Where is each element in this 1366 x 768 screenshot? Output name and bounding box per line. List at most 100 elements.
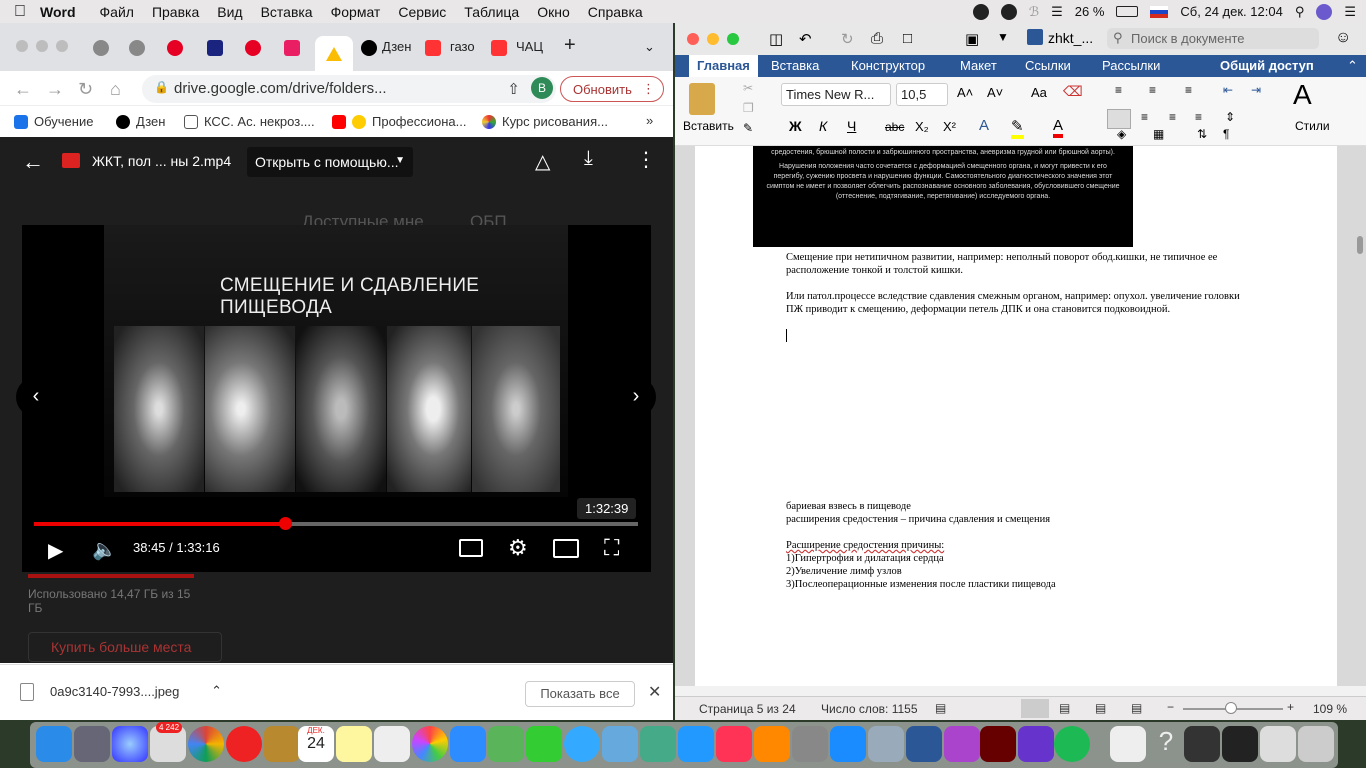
apple-icon[interactable]:  (0, 3, 40, 21)
zoom-in-icon[interactable]: + (1287, 700, 1294, 714)
bookmark-prof[interactable]: Профессиона... (332, 114, 466, 129)
finder-icon[interactable] (36, 726, 72, 762)
numbers-icon[interactable] (640, 726, 676, 762)
multilevel-icon[interactable]: ≡ (1185, 83, 1192, 97)
wordpress-icon[interactable] (1000, 3, 1017, 20)
facetime-icon[interactable] (526, 726, 562, 762)
tab-a[interactable] (202, 36, 228, 60)
tab-pinterest[interactable] (162, 36, 188, 60)
align-right-icon[interactable]: ≡ (1169, 110, 1176, 124)
app-purple-icon[interactable] (944, 726, 980, 762)
underline-icon[interactable]: Ч (847, 118, 856, 134)
zoom-icon[interactable] (450, 726, 486, 762)
tab-pinterest-2[interactable] (240, 36, 266, 60)
zoom-level[interactable]: 109 % (1313, 702, 1347, 716)
menu-table[interactable]: Таблица (464, 4, 519, 20)
window-thumb-3[interactable] (1260, 726, 1296, 762)
menu-format[interactable]: Формат (331, 4, 381, 20)
tab-chats-label[interactable]: ЧАЦ (516, 39, 543, 54)
window-controls[interactable] (16, 40, 68, 52)
download-icon[interactable]: ⤓ (584, 147, 593, 170)
window-thumb-2[interactable] (1222, 726, 1258, 762)
bookmark-kss[interactable]: КСС. Ас. некроз.... (184, 114, 315, 129)
change-case-icon[interactable]: Aa (1031, 85, 1047, 100)
share-icon[interactable]: ⇧ (507, 80, 520, 98)
align-center-icon[interactable]: ≡ (1141, 110, 1148, 124)
styles-icon[interactable]: A (1293, 79, 1312, 111)
chrome-dock-icon[interactable] (188, 726, 224, 762)
tab-drive-active[interactable] (315, 36, 353, 71)
tab-chrome-2[interactable] (124, 36, 150, 60)
bluetooth-icon[interactable]: ℬ (1029, 4, 1039, 20)
menu-view[interactable]: Вид (217, 4, 242, 20)
show-all-button[interactable]: Показать все (525, 681, 635, 707)
help-icon[interactable]: ? (1148, 726, 1184, 762)
tab-mailings[interactable]: Рассылки (1102, 58, 1160, 73)
tab-chrome[interactable] (88, 36, 114, 60)
tab-design[interactable]: Конструктор (851, 58, 925, 73)
siri-dock-icon[interactable] (112, 726, 148, 762)
control-center-icon[interactable]: ☰ (1344, 4, 1356, 20)
borders-icon[interactable]: ▦ (1153, 127, 1164, 141)
tab-insert[interactable]: Вставка (771, 58, 819, 73)
word-dock-icon[interactable] (906, 726, 942, 762)
spotify-icon[interactable] (1054, 726, 1090, 762)
undo-icon[interactable]: ↶ (799, 30, 812, 48)
books-icon[interactable] (754, 726, 790, 762)
tab-dzen-label[interactable]: Дзен (382, 39, 411, 54)
progress-handle[interactable] (279, 517, 293, 530)
tab-references[interactable]: Ссылки (1025, 58, 1071, 73)
trash-icon[interactable] (1298, 726, 1334, 762)
app-store-icon[interactable] (830, 726, 866, 762)
battery-icon[interactable] (1116, 6, 1139, 17)
progress-bar[interactable] (34, 517, 638, 530)
bullets-icon[interactable]: ≡ (1115, 83, 1122, 97)
open-with-button[interactable]: Открыть с помощью... ▼ (247, 147, 413, 177)
increase-indent-icon[interactable]: ⇥ (1251, 83, 1261, 97)
tab-list-icon[interactable]: ⌄ (644, 39, 655, 55)
menu-help[interactable]: Справка (588, 4, 643, 20)
more-bookmarks-icon[interactable]: » (646, 113, 653, 128)
play-icon[interactable]: ▶ (48, 538, 63, 563)
subscript-icon[interactable]: X₂ (915, 119, 929, 134)
styles-label[interactable]: Стили (1295, 119, 1330, 133)
tab-home[interactable]: Главная (689, 55, 758, 77)
datetime[interactable]: Сб, 24 дек. 12:04 (1180, 4, 1282, 19)
keynote-icon[interactable] (602, 726, 638, 762)
captions-icon[interactable] (459, 539, 483, 557)
align-left-icon[interactable] (1107, 109, 1131, 129)
shading-icon[interactable]: ◈ (1117, 127, 1126, 141)
word-count[interactable]: Число слов: 1155 (821, 702, 918, 716)
bold-icon[interactable]: Ж (789, 118, 802, 134)
redo-icon[interactable]: ↻ (841, 30, 854, 48)
print-layout-icon[interactable] (1021, 699, 1049, 718)
zoom-out-icon[interactable]: − (1167, 700, 1174, 714)
tab-ya-icon-2[interactable] (486, 36, 512, 60)
decrease-indent-icon[interactable]: ⇤ (1223, 83, 1233, 97)
opera-icon[interactable] (226, 726, 262, 762)
window-controls[interactable] (687, 33, 739, 45)
battery-text[interactable]: 26 % (1075, 4, 1105, 19)
tab-dzen-icon[interactable] (356, 36, 382, 60)
tab-gazo-label[interactable]: газо (450, 39, 475, 54)
document-page[interactable]: средостения, брюшной полости и забрюшинн… (695, 146, 1337, 686)
menu-tools[interactable]: Сервис (398, 4, 446, 20)
document-thumb-icon[interactable] (1110, 726, 1146, 762)
flash-icon[interactable] (980, 726, 1016, 762)
bookmark-dzen[interactable]: Дзен (116, 114, 165, 129)
justify-icon[interactable]: ≡ (1195, 110, 1202, 124)
page-count[interactable]: Страница 5 из 24 (699, 702, 796, 716)
menu-app-name[interactable]: Word (40, 4, 88, 20)
wifi-icon[interactable]: ☰ (1051, 4, 1063, 20)
miniplayer-icon[interactable] (553, 539, 579, 558)
customize-icon[interactable]: ▼ (997, 30, 1009, 44)
calendar-icon[interactable]: ДЕК. 24 (298, 726, 334, 762)
font-size-select[interactable]: 10,5 (896, 83, 948, 106)
new-tab-button[interactable]: + (564, 34, 576, 57)
shrink-font-icon[interactable]: A˅ (987, 85, 1003, 100)
sort-icon[interactable]: ⇅ (1197, 127, 1207, 141)
cut-icon[interactable]: ✂ (743, 81, 753, 95)
grow-font-icon[interactable]: A˄ (957, 85, 973, 100)
next-file-icon[interactable]: › (616, 377, 656, 417)
notes-icon[interactable] (336, 726, 372, 762)
